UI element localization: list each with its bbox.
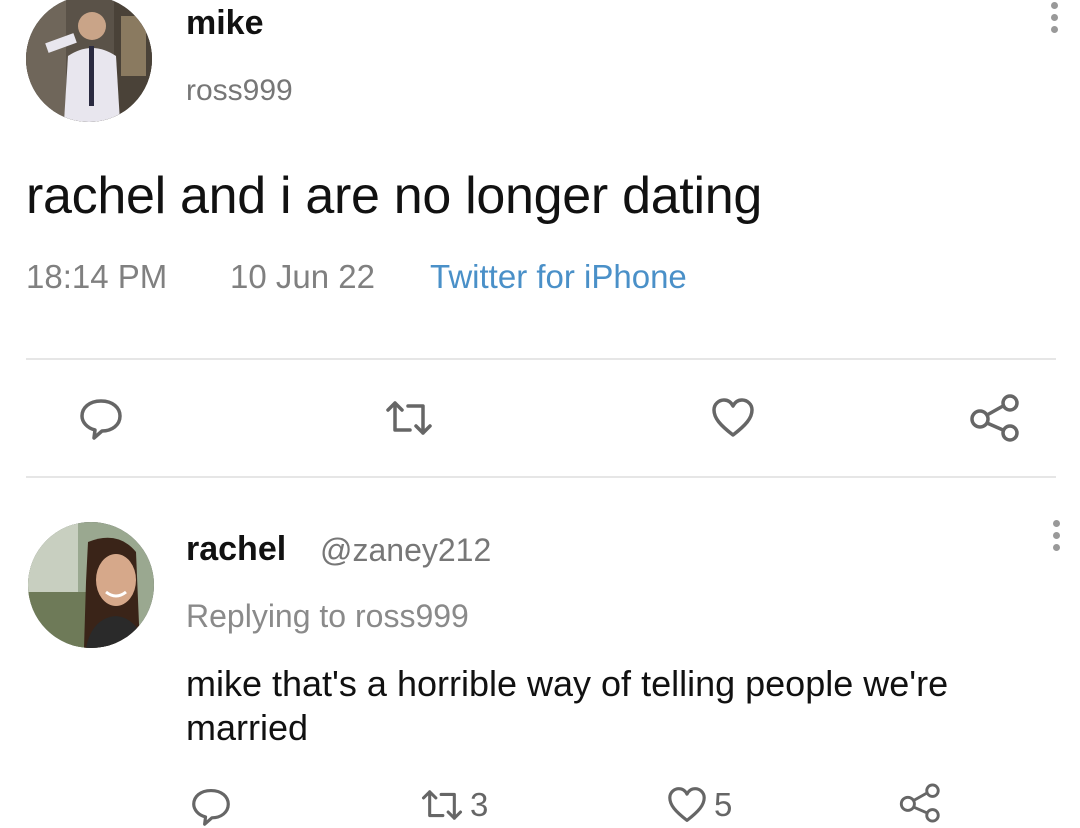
vertical-ellipsis-icon[interactable]: [1050, 520, 1062, 556]
reply-comment-button[interactable]: [190, 786, 232, 826]
replying-to-label[interactable]: Replying to ross999: [186, 598, 469, 635]
reply-like-button[interactable]: 5: [666, 786, 732, 824]
reply-share-button[interactable]: [898, 782, 944, 824]
main-display-name[interactable]: mike: [186, 4, 264, 43]
tweet-time: 18:14 PM: [26, 258, 168, 295]
person-photo-avatar-icon: [26, 0, 152, 122]
heart-icon: [712, 398, 754, 437]
reply-text: mike that's a horrible way of telling pe…: [186, 663, 949, 748]
person-photo-avatar-icon: [28, 522, 154, 648]
like-button[interactable]: [710, 397, 756, 439]
rachel-avatar[interactable]: [28, 522, 154, 648]
divider: [26, 476, 1056, 478]
tweet-text: rachel and i are no longer dating: [26, 167, 762, 225]
retweet-icon: [421, 790, 463, 820]
heart-icon: [668, 787, 706, 822]
retweet-button[interactable]: [384, 400, 434, 436]
retweet-icon: [386, 401, 432, 435]
comment-icon: [192, 788, 230, 826]
reply-display-name[interactable]: rachel: [186, 530, 286, 569]
reply-retweet-button[interactable]: 3: [420, 786, 488, 824]
share-button[interactable]: [968, 393, 1024, 443]
retweet-count: 3: [470, 786, 489, 823]
tweet-date: 10 Jun 22: [230, 258, 375, 295]
mike-avatar[interactable]: [26, 0, 152, 122]
tweet-source-link[interactable]: Twitter for iPhone: [430, 258, 687, 296]
comment-button[interactable]: [78, 396, 124, 440]
share-icon: [899, 783, 940, 823]
comment-icon: [80, 399, 122, 440]
main-handle[interactable]: ross999: [186, 74, 293, 108]
like-count: 5: [714, 786, 733, 823]
vertical-ellipsis-icon[interactable]: [1048, 2, 1060, 38]
reply-handle[interactable]: @zaney212: [320, 532, 491, 569]
share-icon: [970, 394, 1019, 442]
divider: [26, 358, 1056, 360]
